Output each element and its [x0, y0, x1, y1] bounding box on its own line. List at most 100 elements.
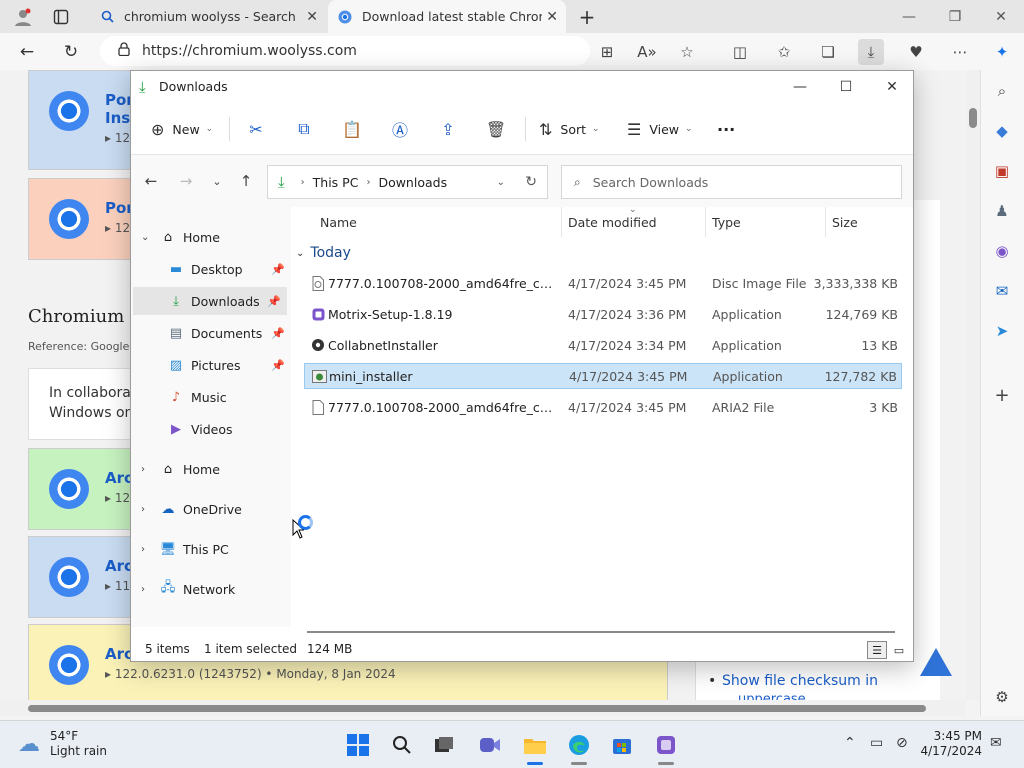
more-menu-icon[interactable]: ⋯	[947, 39, 973, 65]
edge-taskbar-icon[interactable]	[563, 729, 595, 765]
group-header-today[interactable]: ⌄ Today	[296, 245, 351, 261]
page-vertical-scrollbar[interactable]	[966, 70, 980, 700]
new-tab-icon[interactable]: +	[572, 2, 602, 32]
store-icon[interactable]	[606, 729, 638, 761]
tiles-view-icon[interactable]: ▭	[889, 641, 909, 659]
back-icon[interactable]: ←	[139, 169, 163, 193]
notification-icon[interactable]: ✉	[990, 735, 1002, 751]
chevron-right-icon[interactable]: ›	[141, 544, 145, 555]
address-path[interactable]: ⤓ › This PC › Downloads ⌄ ↻	[267, 165, 548, 199]
scroll-thumb[interactable]	[307, 631, 895, 633]
column-header-date[interactable]: Date modified	[568, 215, 657, 230]
chevron-right-icon[interactable]: ›	[141, 464, 145, 475]
file-row[interactable]: CollabnetInstaller 4/17/2024 3:34 PM App…	[304, 332, 902, 358]
nav-item-videos[interactable]: ▶ Videos	[131, 415, 291, 443]
file-explorer-taskbar-icon[interactable]	[519, 729, 551, 765]
maximize-icon[interactable]: ☐	[823, 71, 869, 103]
breadcrumb-this-pc[interactable]: This PC	[313, 175, 359, 190]
favorites-icon[interactable]: ✩	[771, 39, 797, 65]
nav-item-home-2[interactable]: › ⌂ Home	[131, 455, 291, 483]
refresh-icon[interactable]: ↻	[56, 37, 86, 67]
copy-icon[interactable]: ⧉	[290, 115, 318, 143]
nav-item-onedrive[interactable]: › ☁ OneDrive	[131, 495, 291, 523]
file-row[interactable]: Motrix-Setup-1.8.19 4/17/2024 3:36 PM Ap…	[304, 301, 902, 327]
split-screen-icon[interactable]: ◫	[727, 39, 753, 65]
share-icon[interactable]: ⇪	[434, 115, 462, 143]
profile-icon[interactable]	[8, 2, 38, 32]
forward-icon[interactable]: →	[174, 169, 198, 193]
file-row[interactable]: 7777.0.100708-2000_amd64fre_client_en-..…	[304, 270, 902, 296]
file-row[interactable]: 7777.0.100708-2000_amd64fre_client_en-..…	[304, 394, 902, 420]
settings-gear-icon[interactable]: ⚙	[991, 686, 1013, 708]
new-button[interactable]: ⊕ New ⌄	[151, 115, 213, 143]
collections-icon[interactable]: ❏	[815, 39, 841, 65]
scroll-thumb[interactable]	[969, 108, 977, 128]
tab-chromium[interactable]: Download latest stable Chromiu ✕	[328, 0, 566, 33]
column-divider[interactable]	[825, 207, 826, 237]
close-tab-icon[interactable]: ✕	[306, 9, 318, 25]
chevron-down-icon[interactable]: ⌄	[296, 248, 304, 259]
motrix-taskbar-icon[interactable]	[650, 729, 682, 765]
nav-item-this-pc[interactable]: › 🖥 This PC	[131, 535, 291, 563]
nav-item-documents[interactable]: ▤ Documents 📌	[131, 319, 291, 347]
minimize-icon[interactable]: —	[777, 71, 823, 103]
add-icon[interactable]: +	[991, 384, 1013, 406]
close-icon[interactable]: ✕	[978, 0, 1024, 33]
chevron-down-icon[interactable]: ⌄	[497, 177, 505, 188]
paste-icon[interactable]: 📋	[338, 115, 366, 143]
microsoft365-icon[interactable]: ◉	[991, 240, 1013, 262]
sort-button[interactable]: ⇅ Sort ⌄	[539, 115, 600, 143]
scroll-top-triangle-icon[interactable]	[920, 648, 952, 676]
column-divider[interactable]	[705, 207, 706, 237]
games-icon[interactable]: ♟	[991, 200, 1013, 222]
tab-actions-icon[interactable]	[46, 2, 76, 32]
column-divider[interactable]	[561, 207, 562, 237]
downloads-icon[interactable]: ⤓	[858, 39, 884, 65]
performance-icon[interactable]: ♥	[903, 39, 929, 65]
network-status-icon[interactable]: ⊘	[896, 735, 908, 751]
refresh-icon[interactable]: ↻	[525, 174, 537, 190]
checksum-link[interactable]: Show file checksum in	[708, 673, 878, 689]
nav-item-downloads[interactable]: ⤓ Downloads 📌	[133, 287, 287, 315]
nav-item-desktop[interactable]: ▬ Desktop 📌	[131, 255, 291, 283]
column-header-name[interactable]: Name	[320, 215, 357, 230]
chevron-up-icon[interactable]: ⌃	[844, 735, 856, 751]
file-list-horizontal-scrollbar[interactable]	[291, 627, 913, 637]
column-header-size[interactable]: Size	[832, 215, 858, 230]
chevron-right-icon[interactable]: ›	[141, 504, 145, 515]
view-button[interactable]: ☰ View ⌄	[627, 115, 693, 143]
outlook-icon[interactable]: ✉	[991, 280, 1013, 302]
app-available-icon[interactable]: ⊞	[594, 39, 620, 65]
chevron-down-icon[interactable]: ⌄	[141, 232, 149, 243]
nav-item-music[interactable]: ♪ Music	[131, 383, 291, 411]
weather-widget[interactable]: ☁ 54°F Light rain	[18, 729, 107, 759]
search-box[interactable]: ⌕ Search Downloads	[561, 165, 902, 199]
nav-item-home[interactable]: ⌄ ⌂ Home	[131, 223, 291, 251]
breadcrumb-downloads[interactable]: Downloads	[378, 175, 447, 190]
column-header-type[interactable]: Type	[712, 215, 741, 230]
meet-icon[interactable]	[474, 729, 506, 761]
shopping-icon[interactable]: ◆	[991, 120, 1013, 142]
tab-search[interactable]: chromium woolyss - Search ✕	[90, 0, 326, 33]
tools-icon[interactable]: ▣	[991, 160, 1013, 182]
read-aloud-icon[interactable]: A»	[634, 39, 660, 65]
recent-locations-icon[interactable]: ⌄	[205, 169, 229, 193]
task-view-icon[interactable]	[428, 729, 460, 761]
search-icon[interactable]	[386, 729, 418, 761]
search-icon[interactable]: ⌕	[991, 80, 1013, 102]
up-icon[interactable]: ↑	[234, 169, 258, 193]
chevron-right-icon[interactable]: ›	[141, 584, 145, 595]
send-icon[interactable]: ➤	[991, 320, 1013, 342]
page-horizontal-scrollbar[interactable]	[0, 700, 966, 716]
explorer-title-bar[interactable]: ⤓ Downloads — ☐ ✕	[131, 71, 913, 103]
more-options-icon[interactable]: ···	[717, 115, 735, 143]
close-tab-icon[interactable]: ✕	[546, 9, 558, 25]
details-view-icon[interactable]: ☰	[867, 641, 887, 659]
delete-icon[interactable]: 🗑	[482, 115, 510, 143]
system-clock[interactable]: 3:45 PM 4/17/2024	[920, 729, 982, 759]
scroll-thumb[interactable]	[28, 705, 926, 712]
copilot-icon[interactable]: ✦	[989, 39, 1015, 65]
restore-icon[interactable]: ❐	[932, 0, 978, 33]
rename-icon[interactable]: Ⓐ	[386, 115, 414, 143]
minimize-icon[interactable]: —	[886, 0, 932, 33]
